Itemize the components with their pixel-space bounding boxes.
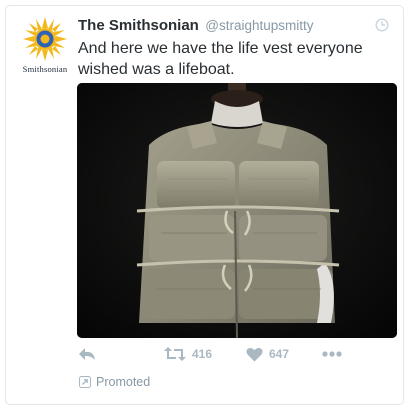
promoted-text: Promoted — [96, 375, 151, 389]
tweet-card[interactable]: Smithsonian The Smithsonian @straightups… — [5, 5, 404, 405]
tweet-media[interactable] — [77, 83, 397, 338]
like-count: 647 — [269, 347, 290, 361]
retweet-button[interactable]: 416 — [164, 344, 212, 364]
reply-icon — [79, 348, 95, 360]
promoted-label[interactable]: Promoted — [79, 375, 150, 389]
tweet-actions: 416 647 — [78, 344, 378, 366]
user-handle[interactable]: @straightupsmitty — [205, 18, 313, 33]
like-icon — [246, 347, 263, 361]
life-vest-photo — [77, 83, 397, 338]
tweet-text: And here we have the life vest everyone … — [78, 40, 363, 78]
promoted-icon — [79, 376, 91, 388]
avatar[interactable]: Smithsonian — [18, 16, 72, 76]
retweet-count: 416 — [192, 347, 213, 361]
more-icon — [322, 351, 342, 357]
smithsonian-sun-logo — [23, 17, 67, 61]
reply-button[interactable] — [78, 344, 96, 364]
display-name[interactable]: The Smithsonian — [78, 17, 199, 34]
tweet-header: The Smithsonian @straightupsmitty — [78, 17, 389, 37]
avatar-label: Smithsonian — [22, 64, 68, 74]
retweet-icon — [164, 347, 186, 361]
like-button[interactable]: 647 — [246, 344, 289, 364]
clock-icon[interactable] — [375, 18, 389, 32]
more-button[interactable] — [322, 344, 342, 364]
